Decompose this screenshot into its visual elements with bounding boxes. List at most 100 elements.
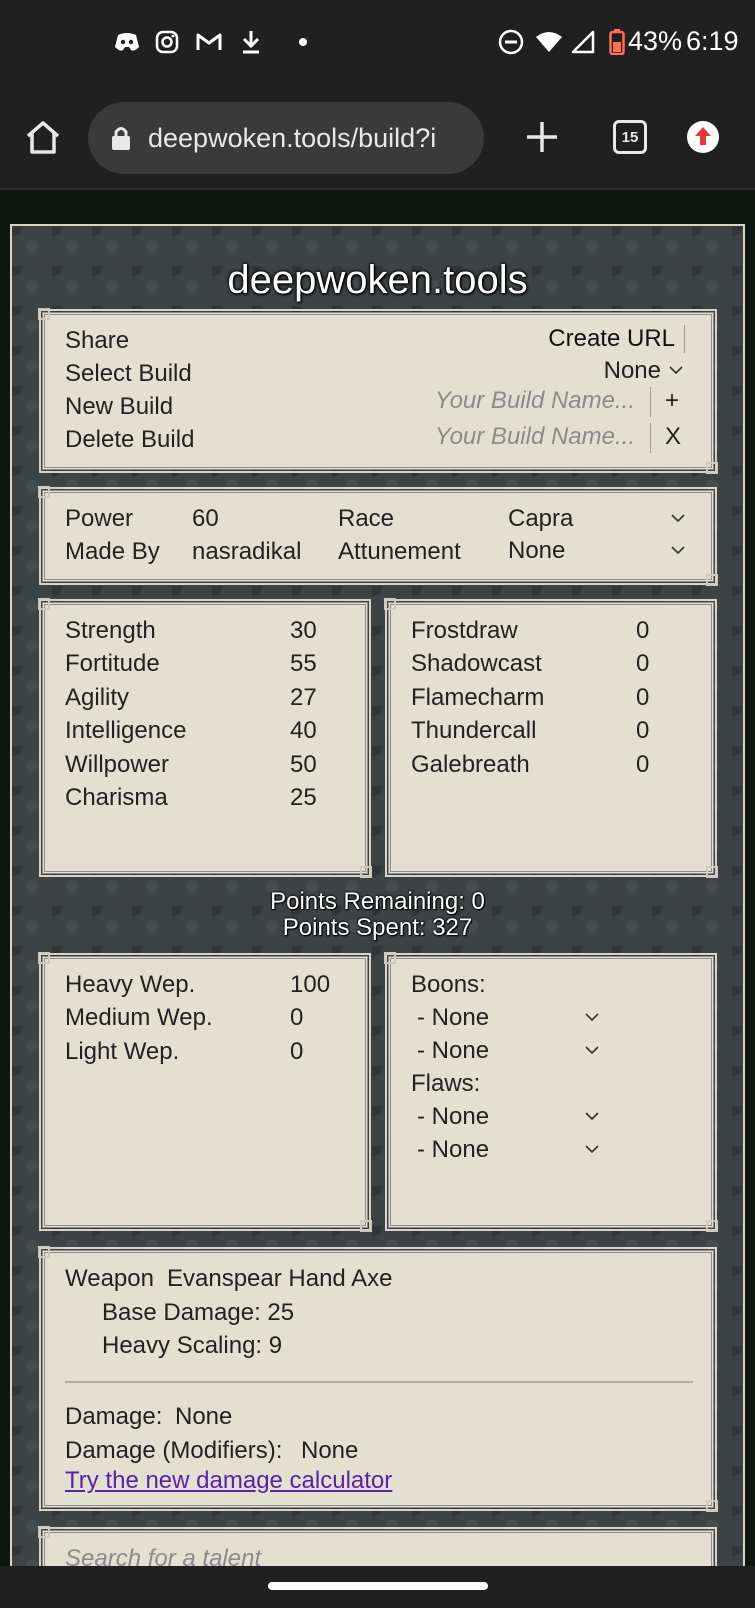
delete-build-name-input[interactable]: Your Build Name...: [435, 423, 635, 451]
flaws-label: Flaws:: [411, 1070, 481, 1097]
chevron-down-icon: [585, 1112, 599, 1121]
attunement-value[interactable]: 0: [636, 717, 649, 745]
attribute-value[interactable]: 55: [290, 650, 317, 678]
gmail-icon: [194, 27, 224, 57]
boon-dropdown[interactable]: - None: [417, 1037, 489, 1065]
attribute-value[interactable]: 25: [290, 784, 317, 812]
browser-toolbar: deepwoken.tools/build?i 15: [0, 86, 755, 190]
attribute-name: Charisma: [65, 784, 168, 811]
delete-build-label: Delete Build: [65, 426, 195, 453]
boons-flaws-card: Boons: - None - None Flaws: - None - Non…: [384, 952, 718, 1232]
power-label: Power: [65, 505, 134, 532]
tab-switcher-button[interactable]: 15: [601, 108, 659, 166]
attribute-name: Fortitude: [65, 650, 160, 677]
clock: 6:19: [686, 26, 739, 56]
divider: [65, 1381, 693, 1383]
info-card: Power 60 Race Capra Made By nasradikal A…: [38, 486, 718, 586]
attunement-name: Thundercall: [411, 717, 537, 744]
site-title: deepwoken.tools: [227, 258, 528, 302]
flaw-dropdown[interactable]: - None: [417, 1103, 489, 1131]
share-label: Share: [65, 327, 130, 354]
profile-avatar-button[interactable]: [674, 108, 732, 166]
url-text: deepwoken.tools/build?i: [148, 122, 437, 153]
power-value: 60: [192, 505, 219, 532]
damage-calculator-link[interactable]: Try the new damage calculator: [65, 1467, 392, 1495]
attunement-label: Attunement: [338, 538, 461, 565]
race-label: Race: [338, 505, 395, 532]
home-gesture-handle[interactable]: [268, 1582, 488, 1590]
select-build-dropdown[interactable]: None: [604, 357, 661, 385]
weapon-stat-value[interactable]: 100: [290, 971, 330, 999]
points-remaining: Points Remaining: 0: [270, 888, 485, 915]
chevron-down-icon: [585, 1145, 599, 1154]
build-card: Share Create URL Select Build None New B…: [38, 308, 718, 474]
attribute-value[interactable]: 30: [290, 617, 317, 645]
chevron-down-icon: [585, 1046, 599, 1055]
weapon-stats-card: Heavy Wep. 100 Medium Wep. 0 Light Wep. 0: [38, 952, 372, 1232]
system-nav-bar: [0, 1566, 755, 1608]
new-build-label: New Build: [65, 393, 174, 420]
wifi-icon: [534, 27, 564, 57]
home-button[interactable]: [14, 108, 72, 166]
damage-value: None: [175, 1403, 233, 1430]
attunement-dropdown[interactable]: None: [508, 537, 565, 565]
boon-dropdown[interactable]: - None: [417, 1004, 489, 1032]
attunement-value[interactable]: 0: [636, 617, 649, 645]
new-tab-button[interactable]: [513, 108, 571, 166]
weapon-damage-card: Weapon Evanspear Hand Axe Base Damage: 2…: [38, 1246, 718, 1512]
damage-modifiers-label: Damage (Modifiers):: [65, 1437, 283, 1464]
attribute-name: Strength: [65, 617, 156, 644]
attribute-value[interactable]: 40: [290, 717, 317, 745]
attunements-card: Frostdraw 0 Shadowcast 0 Flamecharm 0 Thund…: [384, 598, 718, 878]
weapon-label: Weapon: [65, 1265, 154, 1292]
attribute-name: Willpower: [65, 751, 170, 778]
made-by-value: nasradikal: [192, 538, 302, 565]
weapon-stat-name: Medium Wep.: [65, 1004, 213, 1031]
weapon-stat-value[interactable]: 0: [290, 1038, 303, 1066]
cell-signal-icon: [568, 27, 598, 57]
points-spent: Points Spent: 327: [282, 914, 473, 941]
attributes-card: Strength 30 Fortitude 55 Agility 27 Intelli…: [38, 598, 372, 878]
damage-modifiers-value: None: [301, 1437, 359, 1464]
attribute-value[interactable]: 50: [290, 751, 317, 779]
attribute-name: Agility: [65, 684, 130, 711]
status-bar: 43% 6:19: [0, 0, 755, 86]
attribute-value[interactable]: 27: [290, 684, 317, 712]
attunement-value[interactable]: 0: [636, 650, 649, 678]
damage-label: Damage:: [65, 1403, 163, 1430]
home-icon: [26, 121, 60, 154]
weapon-stat-name: Heavy Wep.: [65, 971, 196, 998]
attunement-value[interactable]: 0: [636, 684, 649, 712]
weapon-select[interactable]: Evanspear Hand Axe: [167, 1265, 392, 1293]
create-url-button[interactable]: Create URL: [548, 325, 675, 353]
instagram-icon: [152, 27, 182, 57]
chevron-down-icon: [669, 366, 683, 375]
weapon-stat-value[interactable]: 0: [290, 1004, 303, 1032]
discord-icon: [112, 27, 142, 57]
download-icon: [236, 27, 266, 57]
chevron-down-icon: [585, 1013, 599, 1022]
tab-count: 15: [621, 128, 639, 146]
flaw-dropdown[interactable]: - None: [417, 1136, 489, 1164]
battery-percent: 43%: [628, 26, 683, 56]
update-available-icon: [687, 121, 719, 153]
race-dropdown[interactable]: Capra: [508, 505, 573, 533]
attunement-name: Flamecharm: [411, 684, 545, 711]
delete-build-button[interactable]: X: [665, 423, 681, 451]
lock-icon: [112, 127, 130, 150]
add-build-button[interactable]: +: [665, 387, 679, 415]
chevron-down-icon: [671, 514, 685, 523]
new-build-name-input[interactable]: Your Build Name...: [435, 387, 635, 415]
attunement-name: Galebreath: [411, 751, 530, 778]
address-bar[interactable]: deepwoken.tools/build?i: [88, 102, 484, 174]
do-not-disturb-icon: [496, 27, 526, 57]
made-by-label: Made By: [65, 538, 160, 565]
base-damage: Base Damage: 25: [102, 1299, 295, 1326]
weapon-stat-name: Light Wep.: [65, 1038, 180, 1065]
select-build-label: Select Build: [65, 360, 192, 387]
attunement-value[interactable]: 0: [636, 751, 649, 779]
attribute-name: Intelligence: [65, 717, 187, 744]
heavy-scaling: Heavy Scaling: 9: [102, 1332, 283, 1359]
boons-label: Boons:: [411, 971, 486, 998]
attunement-name: Frostdraw: [411, 617, 518, 644]
